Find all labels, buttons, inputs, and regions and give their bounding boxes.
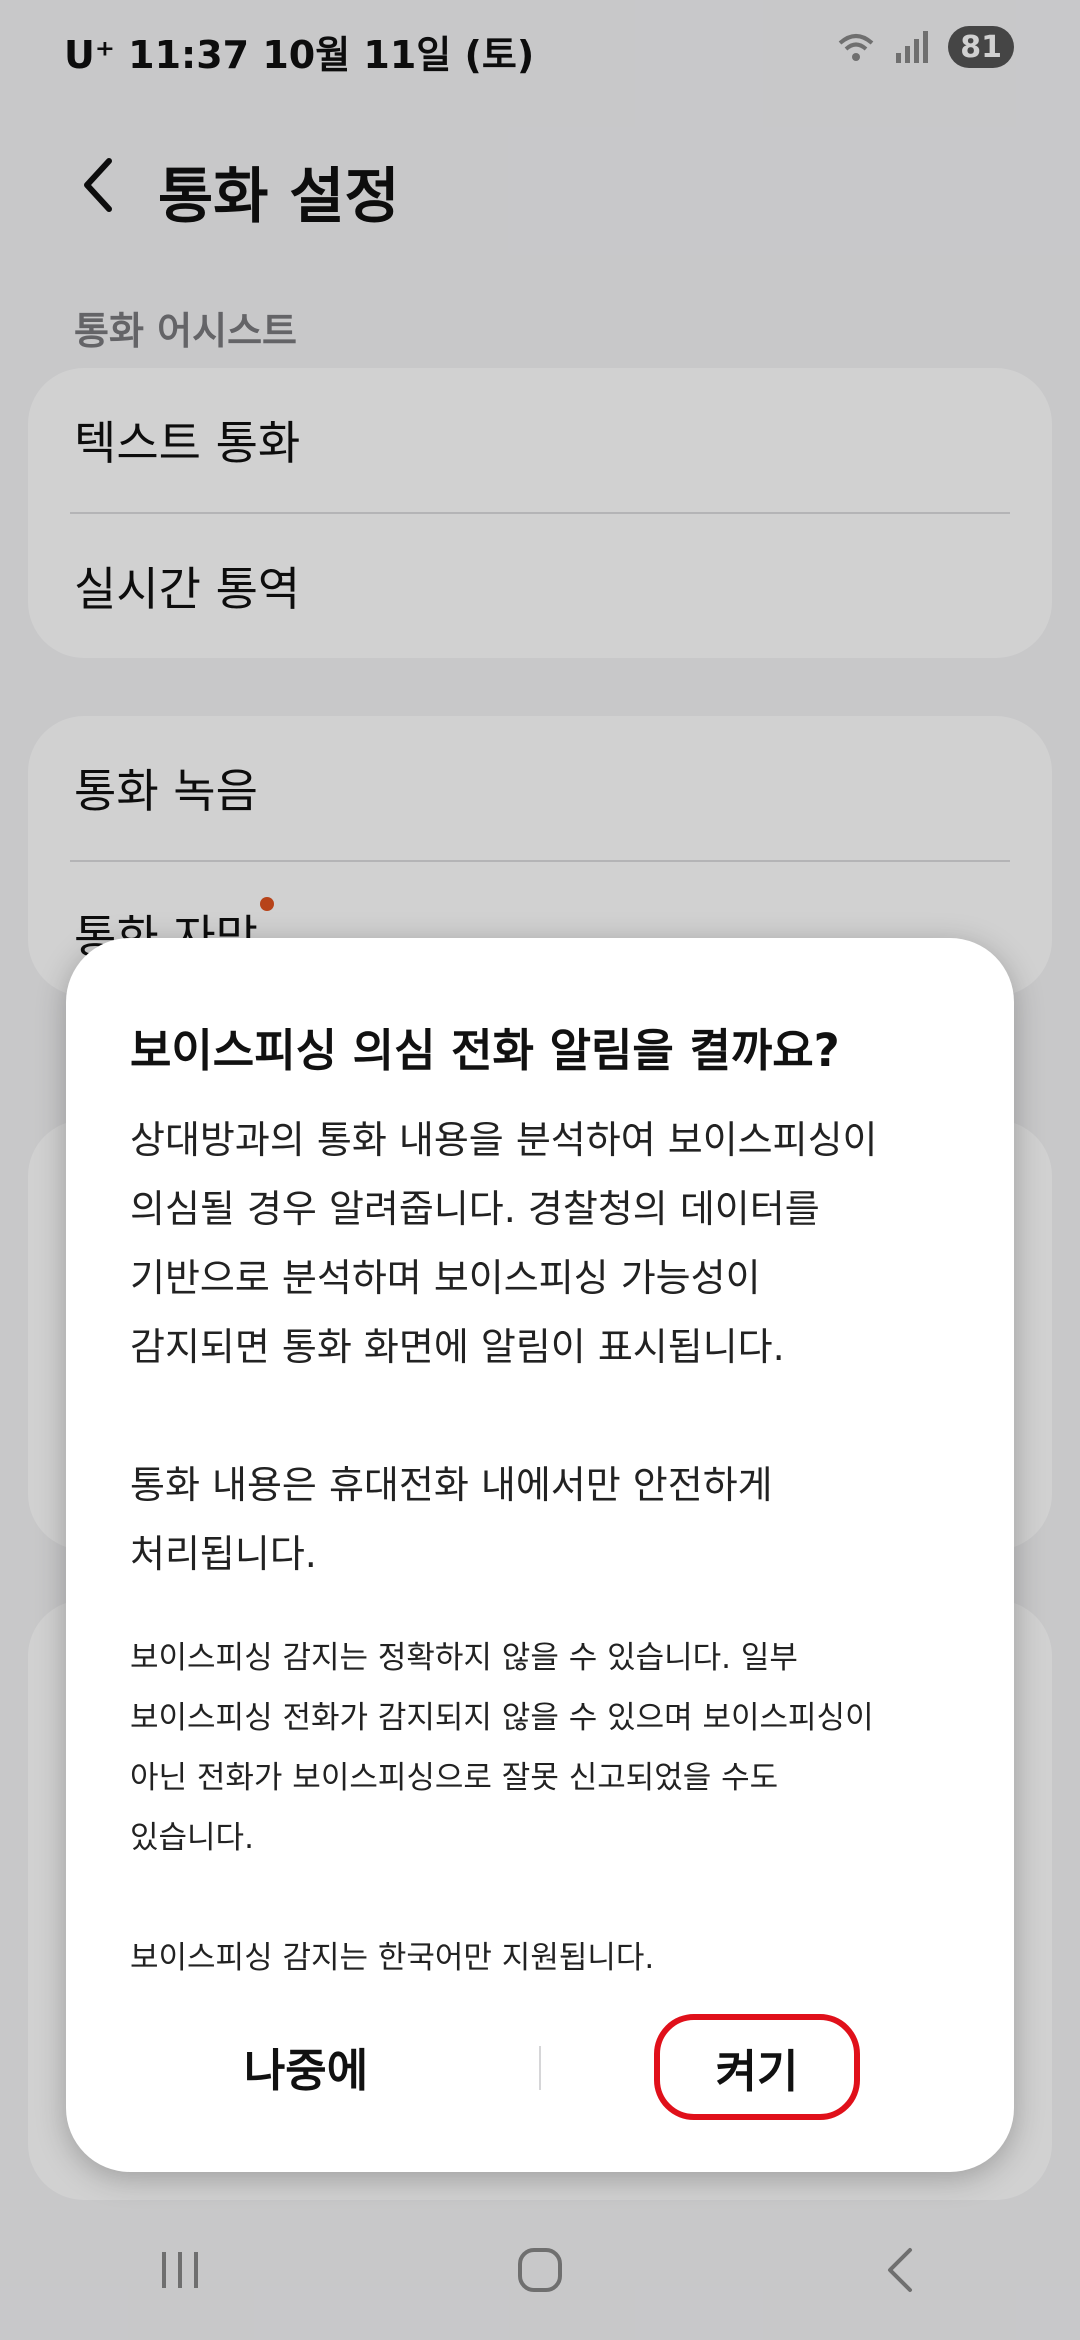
dialog-actions: 나중에 켜기 — [66, 2006, 1014, 2126]
turn-on-button[interactable]: 켜기 — [654, 2014, 860, 2120]
action-divider — [539, 2046, 541, 2090]
dialog-note: 보이스피싱 감지는 정확하지 않을 수 있습니다. 일부 보이스피싱 전화가 감… — [130, 1640, 874, 1856]
voice-phishing-dialog: 보이스피싱 의심 전화 알림을 켤까요? 상대방과의 통화 내용을 분석하여 보… — [66, 938, 1014, 2172]
dialog-paragraph: 상대방과의 통화 내용을 분석하여 보이스피싱이 의심될 경우 알려줍니다. 경… — [130, 1118, 878, 1369]
dialog-notes: 보이스피싱 감지는 정확하지 않을 수 있습니다. 일부 보이스피싱 전화가 감… — [130, 1628, 980, 1988]
later-button[interactable]: 나중에 — [106, 2006, 506, 2126]
dialog-body: 상대방과의 통화 내용을 분석하여 보이스피싱이 의심될 경우 알려줍니다. 경… — [130, 1106, 970, 1589]
dialog-note: 보이스피싱 감지는 한국어만 지원됩니다. — [130, 1940, 655, 1976]
dialog-title: 보이스피싱 의심 전화 알림을 켤까요? — [130, 1024, 840, 1077]
screen: U⁺ 11:37 10월 11일 (토) 81 통화 설정 통화 어시스트 텍스… — [0, 0, 1080, 2340]
dialog-paragraph: 통화 내용은 휴대전화 내에서만 안전하게 처리됩니다. — [130, 1463, 773, 1576]
